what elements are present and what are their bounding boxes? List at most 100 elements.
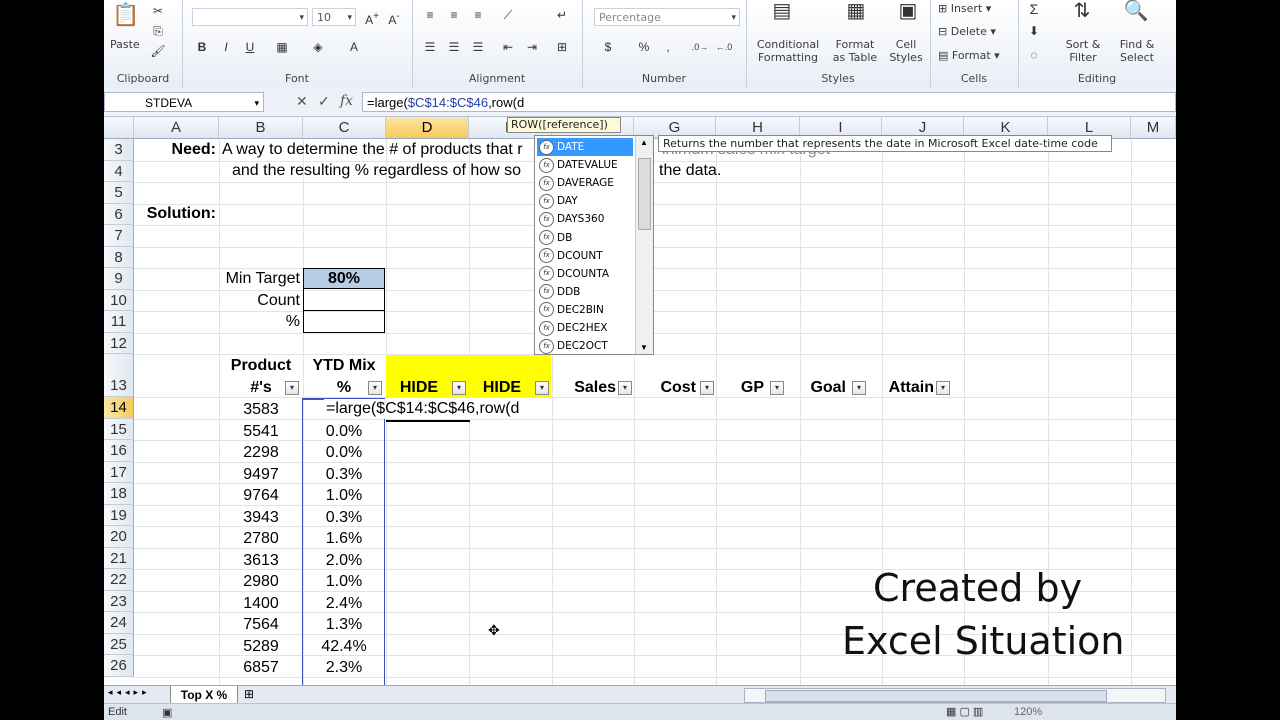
format-as-table-button[interactable]: Format as Table xyxy=(826,38,884,64)
product-cell[interactable]: 2780 xyxy=(219,529,303,549)
font-color-icon[interactable]: A xyxy=(344,38,364,56)
sort-filter-icon[interactable]: ⇅ xyxy=(1068,1,1096,32)
product-cell[interactable]: 1400 xyxy=(219,594,303,614)
product-cell[interactable]: 3943 xyxy=(219,508,303,528)
column-header[interactable]: A xyxy=(134,117,219,139)
row-header[interactable]: 11 xyxy=(104,311,134,333)
decrease-decimal-icon[interactable]: ←.0 xyxy=(714,38,734,56)
wrap-text-icon[interactable]: ↵ xyxy=(552,6,572,24)
paste-icon[interactable]: 📋 xyxy=(112,4,139,36)
align-top-icon[interactable]: ≡ xyxy=(420,6,440,24)
row-header[interactable]: 5 xyxy=(104,182,134,204)
autocomplete-item[interactable]: fx DCOUNT xyxy=(537,247,633,265)
ytd-mix-cell[interactable]: 1.0% xyxy=(303,486,385,506)
paste-button[interactable]: Paste xyxy=(110,38,140,51)
row-header[interactable]: 10 xyxy=(104,289,134,311)
filter-dropdown-icon[interactable]: ▾ xyxy=(852,381,866,395)
ytd-mix-cell[interactable]: 2.4% xyxy=(303,594,385,614)
product-cell[interactable]: 2298 xyxy=(219,443,303,463)
product-cell[interactable]: 9764 xyxy=(219,486,303,506)
filter-dropdown-icon[interactable]: ▾ xyxy=(618,381,632,395)
view-normal-icon[interactable]: ▦ ▢ ▥ xyxy=(946,704,983,720)
row-header[interactable]: 6 xyxy=(104,203,134,225)
function-autocomplete-list[interactable]: fx DATE fx DATEVALUE fx DAVERAGE fx DAY fx DAYS36… xyxy=(534,135,654,355)
delete-button[interactable]: ⊟ Delete ▾ xyxy=(938,25,996,38)
column-header[interactable]: D xyxy=(386,117,469,139)
row-header[interactable]: 3 xyxy=(104,139,134,161)
autocomplete-item[interactable]: fx DDB xyxy=(537,283,633,301)
increase-indent-icon[interactable]: ⇥ xyxy=(522,38,542,56)
ytd-mix-cell[interactable]: 0.0% xyxy=(303,443,385,463)
ytd-mix-cell[interactable]: 1.0% xyxy=(303,572,385,592)
cancel-icon[interactable]: ✕ xyxy=(296,93,308,110)
format-as-table-icon[interactable]: ▦ xyxy=(842,1,870,32)
tab-top-x-pct[interactable]: Top X % xyxy=(170,686,238,704)
cut-icon[interactable]: ✂ xyxy=(148,2,168,20)
filter-dropdown-icon[interactable]: ▾ xyxy=(535,381,549,395)
row-header[interactable]: 25 xyxy=(104,633,134,655)
row-header[interactable]: 24 xyxy=(104,612,134,634)
autocomplete-item[interactable]: fx DAYS360 xyxy=(537,210,633,228)
find-select-icon[interactable]: 🔍 xyxy=(1122,1,1150,32)
fill-color-icon[interactable]: ◈ xyxy=(308,38,328,56)
product-cell[interactable]: 3583 xyxy=(219,400,303,420)
autocomplete-item[interactable]: fx DAVERAGE xyxy=(537,174,633,192)
ytd-mix-cell[interactable]: 0.0% xyxy=(303,422,385,442)
cell-styles-icon[interactable]: ▣ xyxy=(894,1,922,32)
sort-filter-button[interactable]: Sort & Filter xyxy=(1058,38,1108,64)
row-header[interactable]: 9 xyxy=(104,268,134,290)
ytd-mix-cell[interactable]: 2.3% xyxy=(303,658,385,678)
row-header[interactable]: 4 xyxy=(104,160,134,182)
ytd-mix-cell[interactable]: 0.3% xyxy=(303,465,385,485)
autocomplete-item[interactable]: fx DB xyxy=(537,229,633,247)
borders-icon[interactable]: ▦ xyxy=(272,38,292,56)
row-header[interactable]: 17 xyxy=(104,461,134,483)
insert-button[interactable]: ⊞ Insert ▾ xyxy=(938,2,991,15)
macro-record-icon[interactable]: ▣ xyxy=(162,705,172,720)
autocomplete-item[interactable]: fx DEC2BIN xyxy=(537,301,633,319)
min-target-value[interactable]: 80% xyxy=(303,268,385,289)
product-cell[interactable]: 2980 xyxy=(219,572,303,592)
select-all-corner[interactable] xyxy=(104,117,134,139)
row-header[interactable]: 15 xyxy=(104,418,134,440)
product-cell[interactable]: 9497 xyxy=(219,465,303,485)
orientation-icon[interactable]: ⟋ xyxy=(498,6,518,24)
filter-dropdown-icon[interactable]: ▾ xyxy=(452,381,466,395)
row-header[interactable]: 8 xyxy=(104,246,134,268)
horizontal-scrollbar[interactable] xyxy=(744,688,1166,703)
insert-function-icon[interactable]: fx xyxy=(340,93,353,109)
row-header[interactable]: 7 xyxy=(104,225,134,247)
copy-icon[interactable]: ⎘ xyxy=(148,22,168,40)
name-box[interactable]: STDEVA ▾ xyxy=(104,92,264,112)
decrease-indent-icon[interactable]: ⇤ xyxy=(498,38,518,56)
filter-dropdown-icon[interactable]: ▾ xyxy=(368,381,382,395)
new-sheet-icon[interactable]: ⊞ xyxy=(244,687,254,701)
row-header[interactable]: 20 xyxy=(104,526,134,548)
row-header[interactable]: 12 xyxy=(104,332,134,354)
autocomplete-scrollbar[interactable]: ▲ ▼ xyxy=(635,136,653,354)
product-cell[interactable]: 5541 xyxy=(219,422,303,442)
underline-button[interactable]: U xyxy=(240,38,260,56)
row-header[interactable]: 14 xyxy=(104,397,134,419)
zoom-level[interactable]: 120% xyxy=(1014,704,1042,720)
scroll-thumb[interactable] xyxy=(638,158,651,230)
editing-cell-text[interactable]: =large($C$14:$C$46,row(d xyxy=(324,399,522,419)
number-format-combo[interactable]: Percentage ▾ xyxy=(594,8,740,26)
row-header[interactable]: 19 xyxy=(104,504,134,526)
bold-button[interactable]: B xyxy=(192,38,212,56)
tab-nav-arrows-icon[interactable]: ◂◂◂▸▸ xyxy=(108,687,151,698)
scroll-up-icon[interactable]: ▲ xyxy=(640,138,648,147)
grow-font-icon[interactable]: A+ xyxy=(362,8,382,27)
align-center-icon[interactable]: ☰ xyxy=(444,38,464,56)
horizontal-scroll-thumb[interactable] xyxy=(765,690,1107,702)
autocomplete-item[interactable]: fx DEC2HEX xyxy=(537,319,633,337)
align-middle-icon[interactable]: ≡ xyxy=(444,6,464,24)
fill-icon[interactable]: ⬇ xyxy=(1024,22,1044,40)
font-size-combo[interactable]: 10 ▾ xyxy=(312,8,356,26)
enter-icon[interactable]: ✓ xyxy=(318,93,330,110)
product-cell[interactable]: 5289 xyxy=(219,637,303,657)
row-header[interactable]: 21 xyxy=(104,547,134,569)
ytd-mix-cell[interactable]: 0.3% xyxy=(303,508,385,528)
formula-input[interactable]: =large($C$14:$C$46,row(d xyxy=(362,92,1176,112)
format-button[interactable]: ▤ Format ▾ xyxy=(938,49,1000,62)
